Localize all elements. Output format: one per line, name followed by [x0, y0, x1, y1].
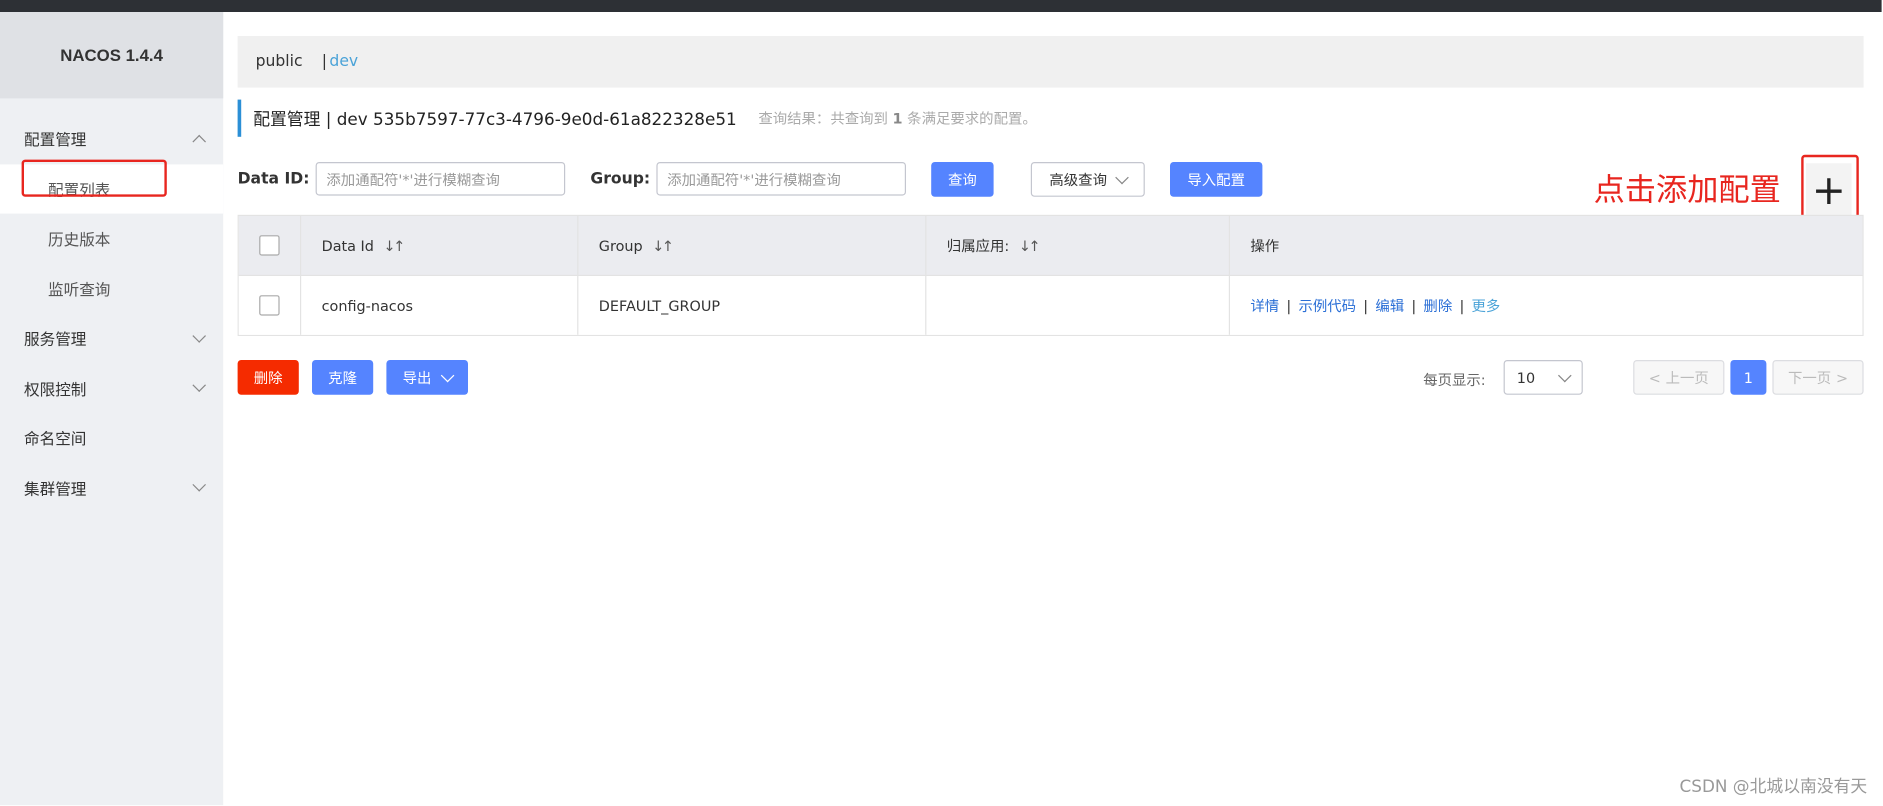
sidebar-item-access-control[interactable]: 权限控制: [0, 363, 223, 413]
sort-icon[interactable]: ↓↑: [384, 237, 406, 254]
sidebar-item-label: 命名空间: [24, 431, 87, 450]
sidebar-item-label: 配置管理: [24, 132, 87, 151]
dataid-label: Data ID:: [237, 170, 310, 189]
cell-app: [926, 276, 1230, 335]
sort-icon[interactable]: ↓↑: [1019, 237, 1041, 254]
row-checkbox[interactable]: [259, 295, 280, 316]
clone-button[interactable]: 克隆: [312, 360, 374, 395]
namespace-separator: |: [321, 52, 328, 71]
annotation-highlight-add: [1801, 154, 1859, 224]
add-config-callout: 点击添加配置: [1593, 172, 1781, 209]
chevron-down-icon: [1558, 368, 1572, 382]
detail-link[interactable]: 详情: [1250, 295, 1279, 315]
sidebar-item-cluster-management[interactable]: 集群管理: [0, 463, 223, 513]
advanced-query-button[interactable]: 高级查询: [1030, 162, 1145, 197]
namespace-dev[interactable]: dev: [329, 53, 358, 71]
sidebar-item-namespace[interactable]: 命名空间: [0, 413, 223, 463]
sidebar-item-listener-query[interactable]: 监听查询: [0, 263, 223, 313]
sidebar-item-history[interactable]: 历史版本: [0, 214, 223, 264]
sample-code-link[interactable]: 示例代码: [1298, 295, 1356, 315]
watermark: CSDN @北城以南没有天: [1679, 777, 1868, 797]
namespace-public[interactable]: public: [256, 53, 303, 71]
page-size-label: 每页显示:: [1423, 372, 1486, 389]
bottom-toolbar: 删除 克隆 导出 每页显示: 10 < 上一页 1 下一页 >: [237, 360, 1864, 396]
sidebar-item-label: 集群管理: [24, 480, 87, 499]
sidebar-item-config-management[interactable]: 配置管理: [0, 114, 223, 164]
cell-data-id: config-nacos: [301, 276, 579, 335]
cell-group: DEFAULT_GROUP: [578, 276, 927, 335]
more-link[interactable]: 更多: [1472, 295, 1501, 315]
select-all-checkbox[interactable]: [259, 235, 280, 256]
edit-link[interactable]: 编辑: [1375, 295, 1404, 315]
query-result-hint: 查询结果：共查询到 1 条满足要求的配置。: [758, 110, 1037, 128]
annotation-highlight-config-list: [21, 159, 167, 197]
page-1-button[interactable]: 1: [1730, 360, 1767, 395]
group-label: Group:: [590, 170, 651, 189]
delete-link[interactable]: 删除: [1423, 295, 1452, 315]
page-size-select[interactable]: 10: [1503, 360, 1583, 395]
chevron-down-icon: [192, 378, 206, 393]
bulk-delete-button[interactable]: 删除: [237, 360, 299, 395]
config-table: Data Id ↓↑ Group ↓↑ 归属应用: ↓↑ 操作 config-naco…: [237, 214, 1864, 336]
prev-page-button[interactable]: < 上一页: [1633, 360, 1725, 395]
sort-icon[interactable]: ↓↑: [652, 237, 674, 254]
chevron-down-icon: [440, 368, 454, 382]
column-actions: 操作: [1250, 237, 1280, 255]
export-button[interactable]: 导出: [386, 360, 469, 395]
chevron-up-icon: [192, 134, 206, 149]
chevron-down-icon: [192, 478, 206, 492]
column-data-id[interactable]: Data Id ↓↑: [301, 216, 579, 275]
dataid-input[interactable]: 添加通配符'*'进行模糊查询: [315, 162, 566, 196]
sidebar-item-label: 服务管理: [24, 331, 87, 350]
table-header: Data Id ↓↑ Group ↓↑ 归属应用: ↓↑ 操作: [238, 216, 1863, 276]
sidebar-item-label: 监听查询: [48, 281, 111, 300]
table-row: config-nacos DEFAULT_GROUP 详情 | 示例代码 | 编辑 |…: [238, 276, 1863, 335]
next-page-button[interactable]: 下一页 >: [1772, 360, 1864, 395]
query-button[interactable]: 查询: [931, 162, 994, 197]
chevron-down-icon: [1114, 170, 1129, 184]
sidebar: NACOS 1.4.4 配置管理 配置列表 历史版本 监听查询 服务管理 权限控…: [0, 12, 224, 806]
chevron-down-icon: [192, 328, 206, 343]
sidebar-item-service-management[interactable]: 服务管理: [0, 313, 223, 363]
page-title: 配置管理 | dev 535b7597-77c3-4796-9e0d-61a82…: [253, 109, 737, 129]
page-title-bar: 配置管理 | dev 535b7597-77c3-4796-9e0d-61a82…: [237, 99, 1037, 137]
column-app[interactable]: 归属应用: ↓↑: [926, 216, 1230, 275]
top-bar: [0, 0, 1882, 12]
import-config-button[interactable]: 导入配置: [1170, 162, 1263, 197]
sidebar-item-label: 历史版本: [48, 231, 111, 250]
column-group[interactable]: Group ↓↑: [578, 216, 927, 275]
cell-actions: 详情 | 示例代码 | 编辑 | 删除 | 更多: [1250, 295, 1501, 315]
sidebar-item-label: 权限控制: [24, 381, 87, 400]
group-input[interactable]: 添加通配符'*'进行模糊查询: [656, 162, 907, 196]
namespace-bar: public | dev: [237, 36, 1864, 88]
app-logo: NACOS 1.4.4: [0, 12, 224, 99]
